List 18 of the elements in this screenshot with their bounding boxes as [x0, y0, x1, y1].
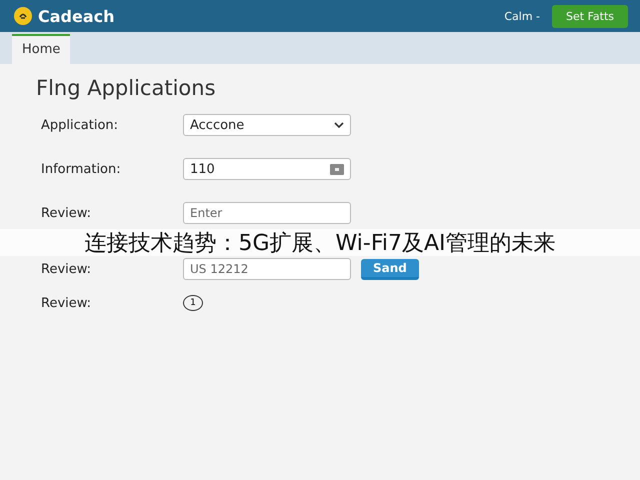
- app-name: Cadeach: [38, 6, 115, 26]
- review-count-badge: 1: [183, 295, 203, 311]
- page-title: Flng Applications: [36, 76, 217, 100]
- user-menu[interactable]: Calm -: [504, 10, 540, 22]
- review-field[interactable]: Enter: [183, 202, 351, 224]
- caption-banner: 连接技术趋势：5G扩展、Wi-Fi7及AI管理的未来: [0, 229, 640, 256]
- field-label: Application:: [41, 118, 120, 132]
- review-field[interactable]: US 12212: [183, 258, 351, 280]
- logo-icon: [14, 7, 32, 25]
- information-field[interactable]: 110: [183, 158, 351, 180]
- field-label: Information:: [41, 162, 122, 176]
- field-label: Review:: [41, 296, 92, 310]
- field-label: Review:: [41, 206, 92, 220]
- tab[interactable]: Home: [12, 34, 70, 64]
- application-dropdown[interactable]: Acccone: [183, 114, 351, 136]
- field-label: Review:: [41, 262, 92, 276]
- chevron-down-icon: [334, 122, 344, 128]
- send-button[interactable]: Sand: [361, 258, 419, 280]
